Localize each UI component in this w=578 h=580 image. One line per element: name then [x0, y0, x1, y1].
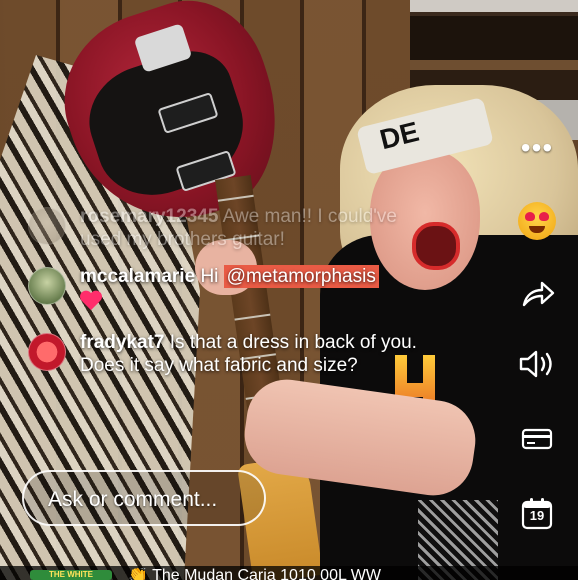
comment-input[interactable]: Ask or comment...	[22, 470, 266, 526]
comment-username[interactable]: fradykat7	[80, 332, 165, 353]
sound-icon[interactable]	[516, 346, 558, 382]
comment-item: mccalamarie Hi @metamorphasis	[28, 265, 438, 317]
more-icon[interactable]: •••	[520, 134, 554, 162]
calendar-icon[interactable]: 19	[520, 496, 554, 530]
mention-tag[interactable]: @metamorphasis	[223, 265, 379, 288]
bottom-title[interactable]: 👏 The Mudan Caria 1010 00L WW	[128, 568, 568, 580]
comment-feed: rosemary12345 Awe man!! I could've used …	[28, 205, 438, 391]
heart-emoji-icon	[80, 291, 102, 311]
comment-body: mccalamarie Hi @metamorphasis	[80, 265, 438, 317]
avatar[interactable]	[28, 207, 66, 245]
calendar-day: 19	[529, 508, 545, 523]
comment-body: fradykat7 Is that a dress in back of you…	[80, 331, 438, 377]
share-icon[interactable]	[518, 278, 558, 310]
comment-username[interactable]: rosemary12345	[80, 206, 218, 227]
avatar[interactable]	[28, 267, 66, 305]
live-stream-view: DE rosemary12345 Awe man!! I could've us…	[0, 0, 578, 580]
comment-item: fradykat7 Is that a dress in back of you…	[28, 331, 438, 377]
heart-eyes-emoji-icon[interactable]	[518, 202, 556, 240]
bottom-badge: THE WHITE	[30, 570, 112, 580]
comment-body: rosemary12345 Awe man!! I could've used …	[80, 205, 438, 251]
avatar[interactable]	[28, 333, 66, 371]
comment-item: rosemary12345 Awe man!! I could've used …	[28, 205, 438, 251]
card-icon[interactable]	[520, 426, 554, 452]
comment-text: Hi	[200, 266, 224, 287]
comment-username[interactable]: mccalamarie	[80, 266, 195, 287]
